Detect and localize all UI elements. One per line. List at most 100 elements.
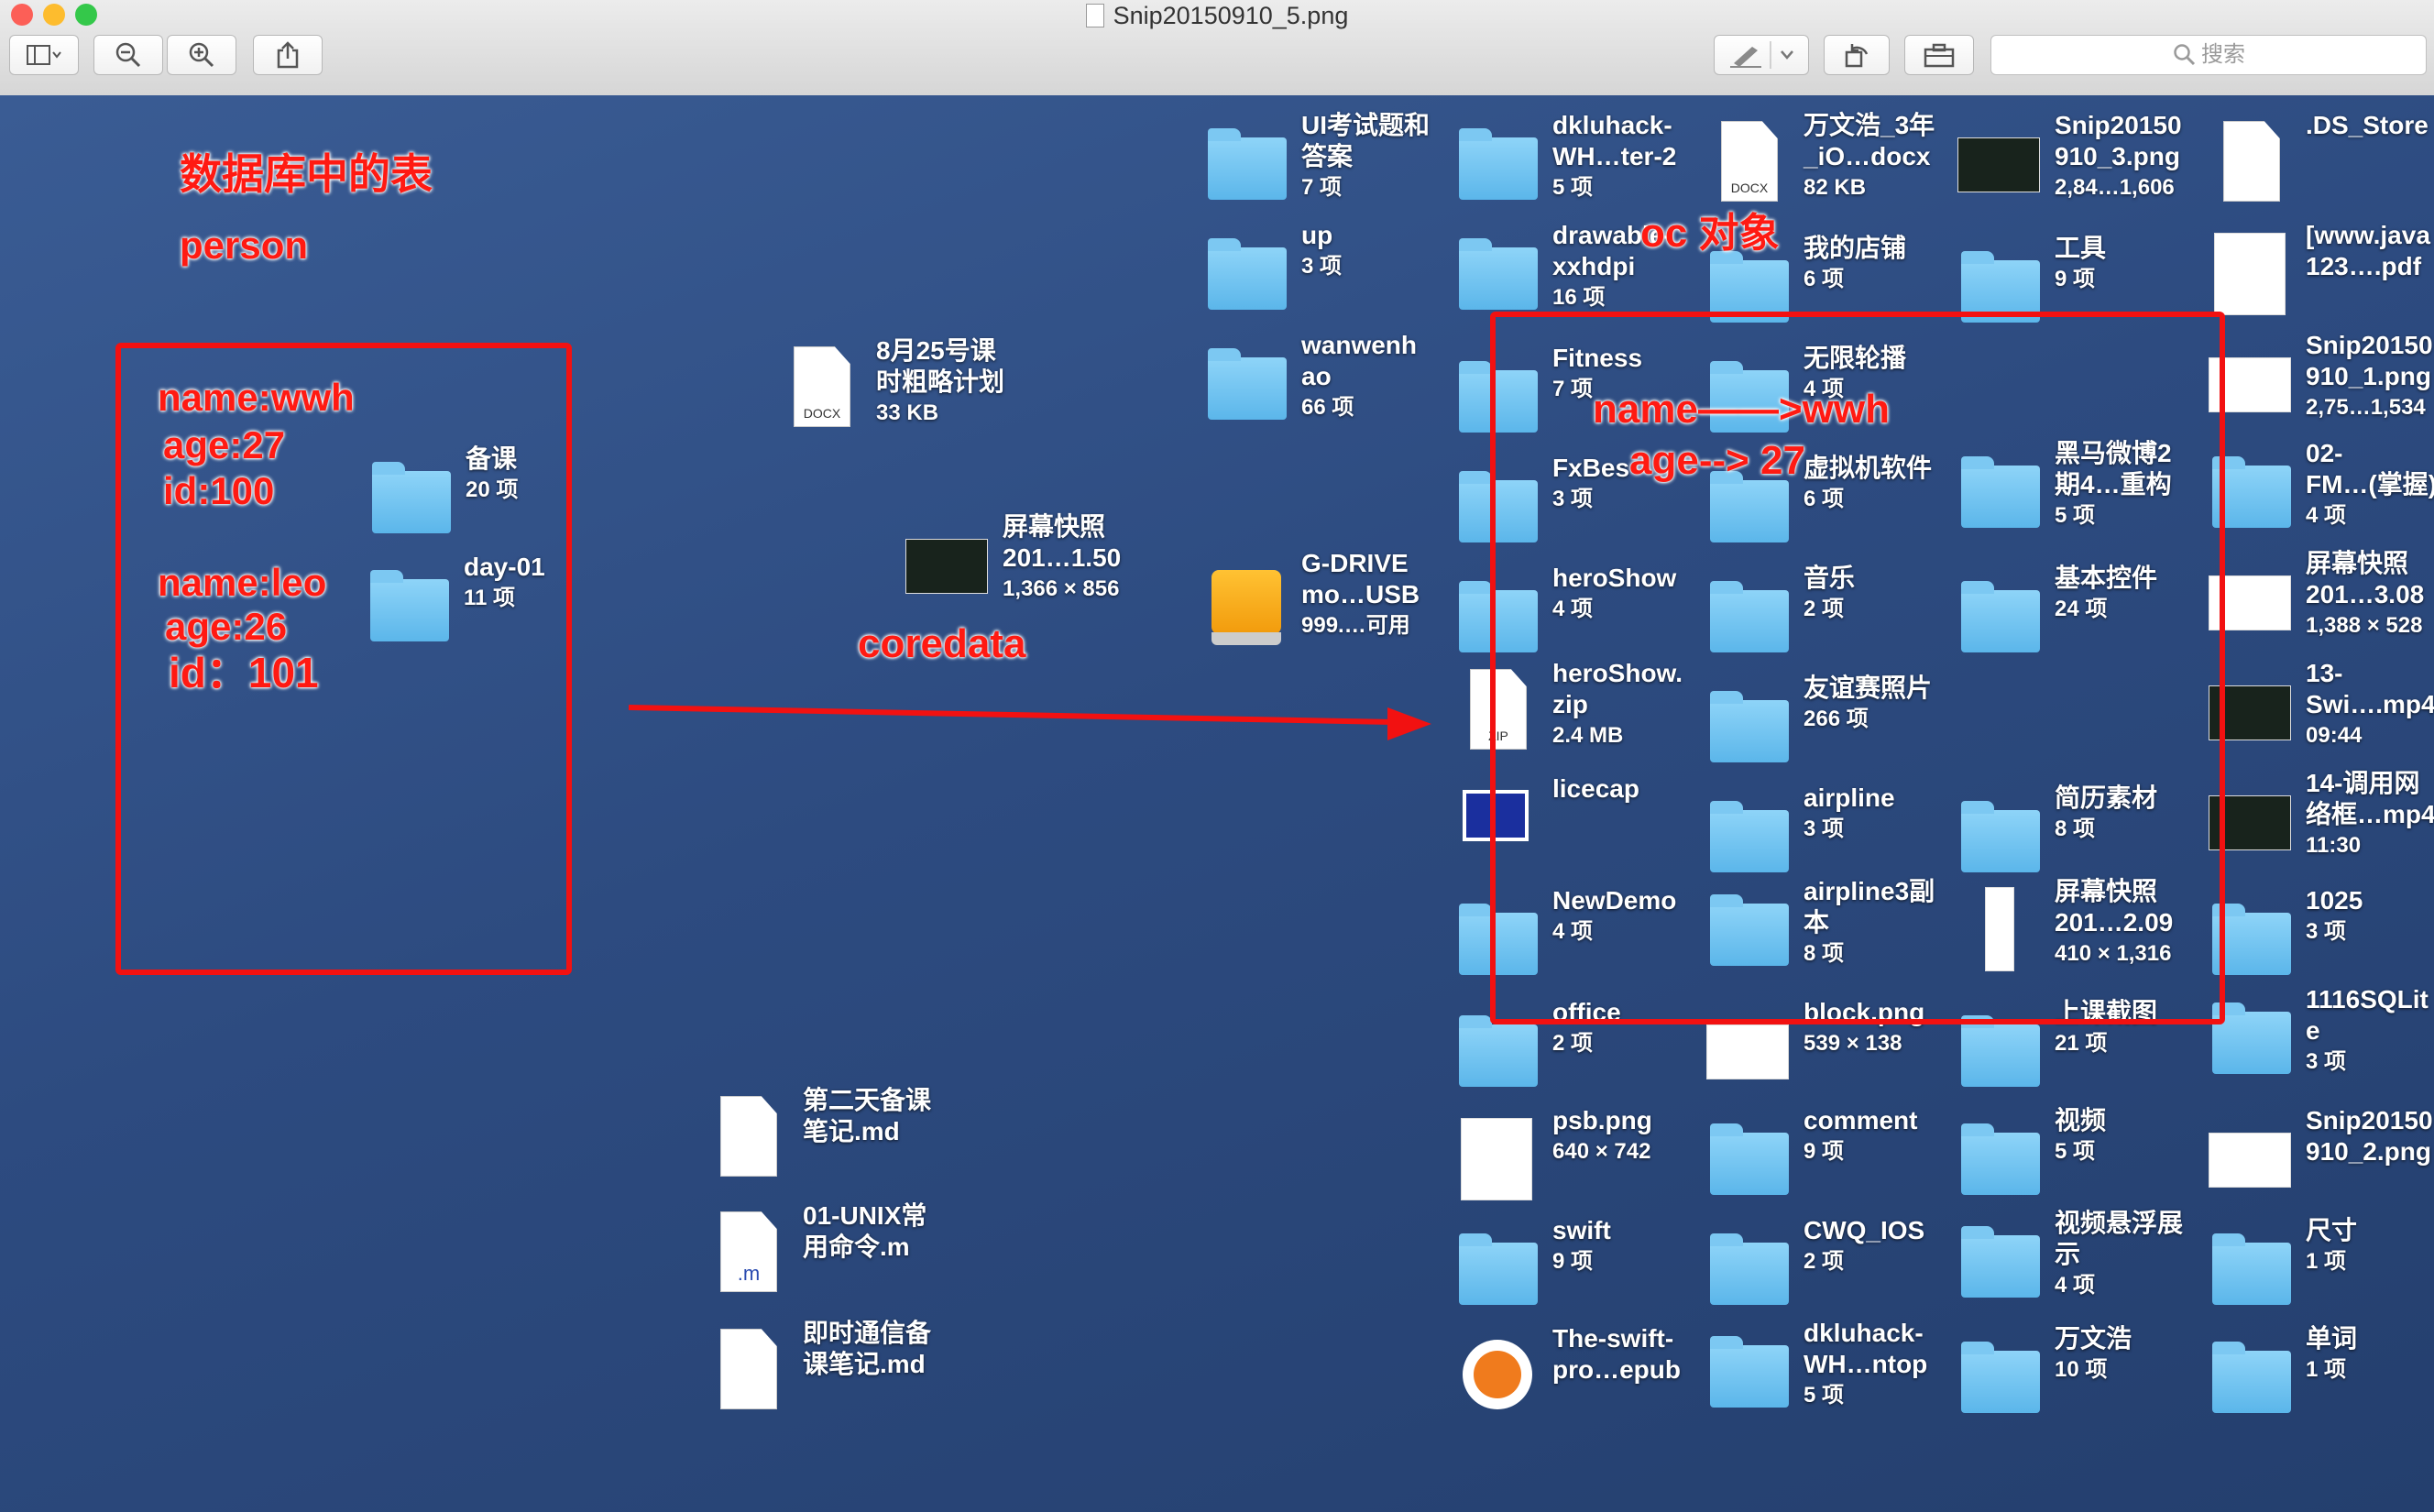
sidebar-button[interactable] (9, 35, 79, 75)
document-icon-part (720, 1329, 777, 1409)
desktop-item-label: 第二天备课 笔记.md (803, 1086, 932, 1145)
desktop-item-wanwen[interactable]: wanwenh ao 66 项 (1202, 330, 1454, 431)
image-thumbnail-icon (1453, 1112, 1541, 1200)
folder-icon (1956, 1331, 2044, 1419)
desktop-item-wanwenhao3[interactable]: DOCX 万文浩_3年 _iO…docx 82 KB (1705, 110, 1957, 211)
docx-file-icon-part: DOCX (794, 346, 850, 427)
annotation-coredata: coredata (858, 621, 1026, 666)
folder-icon-part (1208, 348, 1287, 420)
image-thumbnail-icon-part (905, 539, 988, 594)
desktop-item-info: 9 项 (1552, 1249, 1594, 1274)
image-thumbnail-icon-part (1461, 1118, 1532, 1200)
desktop-item-label: comment (1804, 1106, 1918, 1134)
desktop-item-float[interactable]: 视频悬浮展 示 4 项 (1956, 1208, 2208, 1309)
folder-icon-part (1961, 1226, 2040, 1298)
desktop-item-sqlite[interactable]: 1116SQLit e 3 项 (2207, 984, 2434, 1085)
desktop-item-net14[interactable]: 14-调用网 络框…mp4 11:30 (2207, 768, 2434, 869)
desktop-item-snip2[interactable]: Snip20150 910_2.png (2207, 1105, 2434, 1206)
desktop-item-gdrive[interactable]: G-DRIVE mo…USB 999.…可用 (1202, 548, 1454, 649)
desktop-item-info: 5 项 (1804, 1383, 1845, 1408)
desktop-item-label: 13- Swi….mp4 (2306, 659, 2434, 718)
folder-icon-part (2212, 1342, 2291, 1413)
annotation-mapping-name: name——>wwh (1593, 387, 1890, 432)
desktop-item-dkwh[interactable]: dkluhack- WH…ter-2 5 项 (1453, 110, 1705, 211)
folder-icon (1453, 117, 1541, 205)
folder-icon (1453, 1222, 1541, 1310)
desktop-item-word[interactable]: 单词 1 项 (2207, 1323, 2434, 1424)
rotate-button[interactable] (1824, 35, 1890, 75)
desktop-item-label: 视频 (2055, 1106, 2107, 1134)
docx-file-icon: DOCX (777, 343, 865, 431)
desktop-item-info: 2,84…1,606 (2055, 175, 2175, 200)
search-field[interactable]: 搜索 (1990, 35, 2427, 75)
desktop-item-dknt[interactable]: dkluhack- WH…ntop 5 项 (1705, 1318, 1957, 1419)
desktop-item-fm[interactable]: 02- FM…(掌握) 4 项 (2207, 438, 2434, 539)
desktop-item-size[interactable]: 尺寸 1 项 (2207, 1215, 2434, 1316)
external-drive-icon-part (1212, 570, 1281, 645)
desktop-item-epub[interactable]: The-swift- pro…epub (1453, 1323, 1705, 1424)
desktop-item-psb[interactable]: psb.png 640 × 742 (1453, 1105, 1705, 1206)
ebook-icon-part (1463, 1340, 1532, 1409)
markup-button[interactable] (1714, 35, 1809, 75)
desktop-item-info: 9 项 (2055, 267, 2096, 291)
folder-icon-part (1459, 1233, 1538, 1305)
image-thumbnail-icon (1956, 117, 2044, 205)
folder-icon (1453, 227, 1541, 315)
desktop-item-video[interactable]: 视频 5 项 (1956, 1105, 2208, 1206)
zoom-out-button[interactable] (93, 35, 163, 75)
desktop-item-java[interactable]: [www.java 123….pdf (2207, 220, 2434, 321)
desktop-item-info: 21 项 (2055, 1031, 2108, 1056)
desktop-item-info: 7 项 (1301, 175, 1343, 200)
annotation-mapping-age: age--> 27 (1629, 438, 1805, 483)
desktop-item-cwq[interactable]: CWQ_IOS 2 项 (1705, 1215, 1957, 1316)
desktop-item-snap1[interactable]: 屏幕快照 201…1.50 1,366 × 856 (904, 511, 1156, 612)
desktop-item-info: 1,366 × 856 (1003, 576, 1120, 601)
desktop-item-info: 16 项 (1552, 285, 1606, 310)
desktop-item-label: 1116SQLit e (2306, 985, 2429, 1045)
desktop-item-snip3[interactable]: Snip20150 910_3.png 2,84…1,606 (1956, 110, 2208, 211)
desktop-item-label: 即时通信备 课笔记.md (803, 1319, 932, 1378)
desktop-item-up[interactable]: up 3 项 (1202, 220, 1454, 321)
document-icon (704, 1325, 792, 1413)
desktop: 备课 20 项 day-01 11 项 DOCX 8月25号课 时粗略计划 33 KB 屏幕快… (0, 95, 2434, 1512)
desktop-item-comment[interactable]: comment 9 项 (1705, 1105, 1957, 1206)
desktop-item-ui[interactable]: UI考试题和 答案 7 项 (1202, 110, 1454, 211)
desktop-item-wwh[interactable]: 万文浩 10 项 (1956, 1323, 2208, 1424)
desktop-item-ds[interactable]: .DS_Store (2207, 110, 2434, 211)
share-button[interactable] (253, 35, 323, 75)
document-icon (2207, 117, 2295, 205)
folder-icon (1705, 1325, 1793, 1413)
desktop-item-info: 4 项 (2306, 503, 2347, 528)
source-file-icon: .m (704, 1208, 792, 1296)
folder-icon (1202, 227, 1290, 315)
toolbox-button[interactable] (1904, 35, 1974, 75)
zoom-out-icon (115, 42, 141, 68)
desktop-item-info: 2 项 (1804, 1249, 1845, 1274)
desktop-item-unix[interactable]: .m 01-UNIX常 用命令.m (704, 1200, 956, 1301)
desktop-item-im[interactable]: 即时通信备 课笔记.md (704, 1318, 956, 1419)
desktop-item-info: 1,388 × 528 (2306, 613, 2423, 638)
desktop-item-label: dkluhack- WH…ter-2 (1552, 111, 1677, 170)
desktop-item-info: 999.…可用 (1301, 613, 1410, 638)
zoom-in-button[interactable] (167, 35, 236, 75)
desktop-item-label: 万文浩_3年 _iO…docx (1804, 111, 1935, 170)
desktop-item-plan[interactable]: DOCX 8月25号课 时粗略计划 33 KB (777, 335, 1029, 436)
folder-icon (1202, 117, 1290, 205)
desktop-item-label: up (1301, 221, 1333, 249)
folder-icon-part (2212, 1233, 2291, 1305)
desktop-item-info: 2,75…1,534 (2306, 395, 2426, 420)
image-thumbnail-icon-part (2214, 233, 2286, 315)
desktop-item-label: 02- FM…(掌握) (2306, 439, 2434, 499)
zoom-in-icon (189, 42, 214, 68)
annotation-record1-id: id:100 (163, 469, 275, 512)
desktop-item-snip1[interactable]: Snip20150 910_1.png 2,75…1,534 (2207, 330, 2434, 431)
desktop-item-note2[interactable]: 第二天备课 笔记.md (704, 1085, 956, 1186)
folder-icon (1202, 337, 1290, 425)
desktop-item-swi13[interactable]: 13- Swi….mp4 09:44 (2207, 658, 2434, 759)
desktop-item-f1025[interactable]: 1025 3 项 (2207, 885, 2434, 986)
folder-icon-part (1208, 238, 1287, 310)
annotation-record1-name: name:wwh (158, 376, 355, 419)
desktop-item-label: G-DRIVE mo…USB (1301, 549, 1420, 608)
desktop-item-swift[interactable]: swift 9 项 (1453, 1215, 1705, 1316)
desktop-item-snap3[interactable]: 屏幕快照 201…3.08 1,388 × 528 (2207, 548, 2434, 649)
